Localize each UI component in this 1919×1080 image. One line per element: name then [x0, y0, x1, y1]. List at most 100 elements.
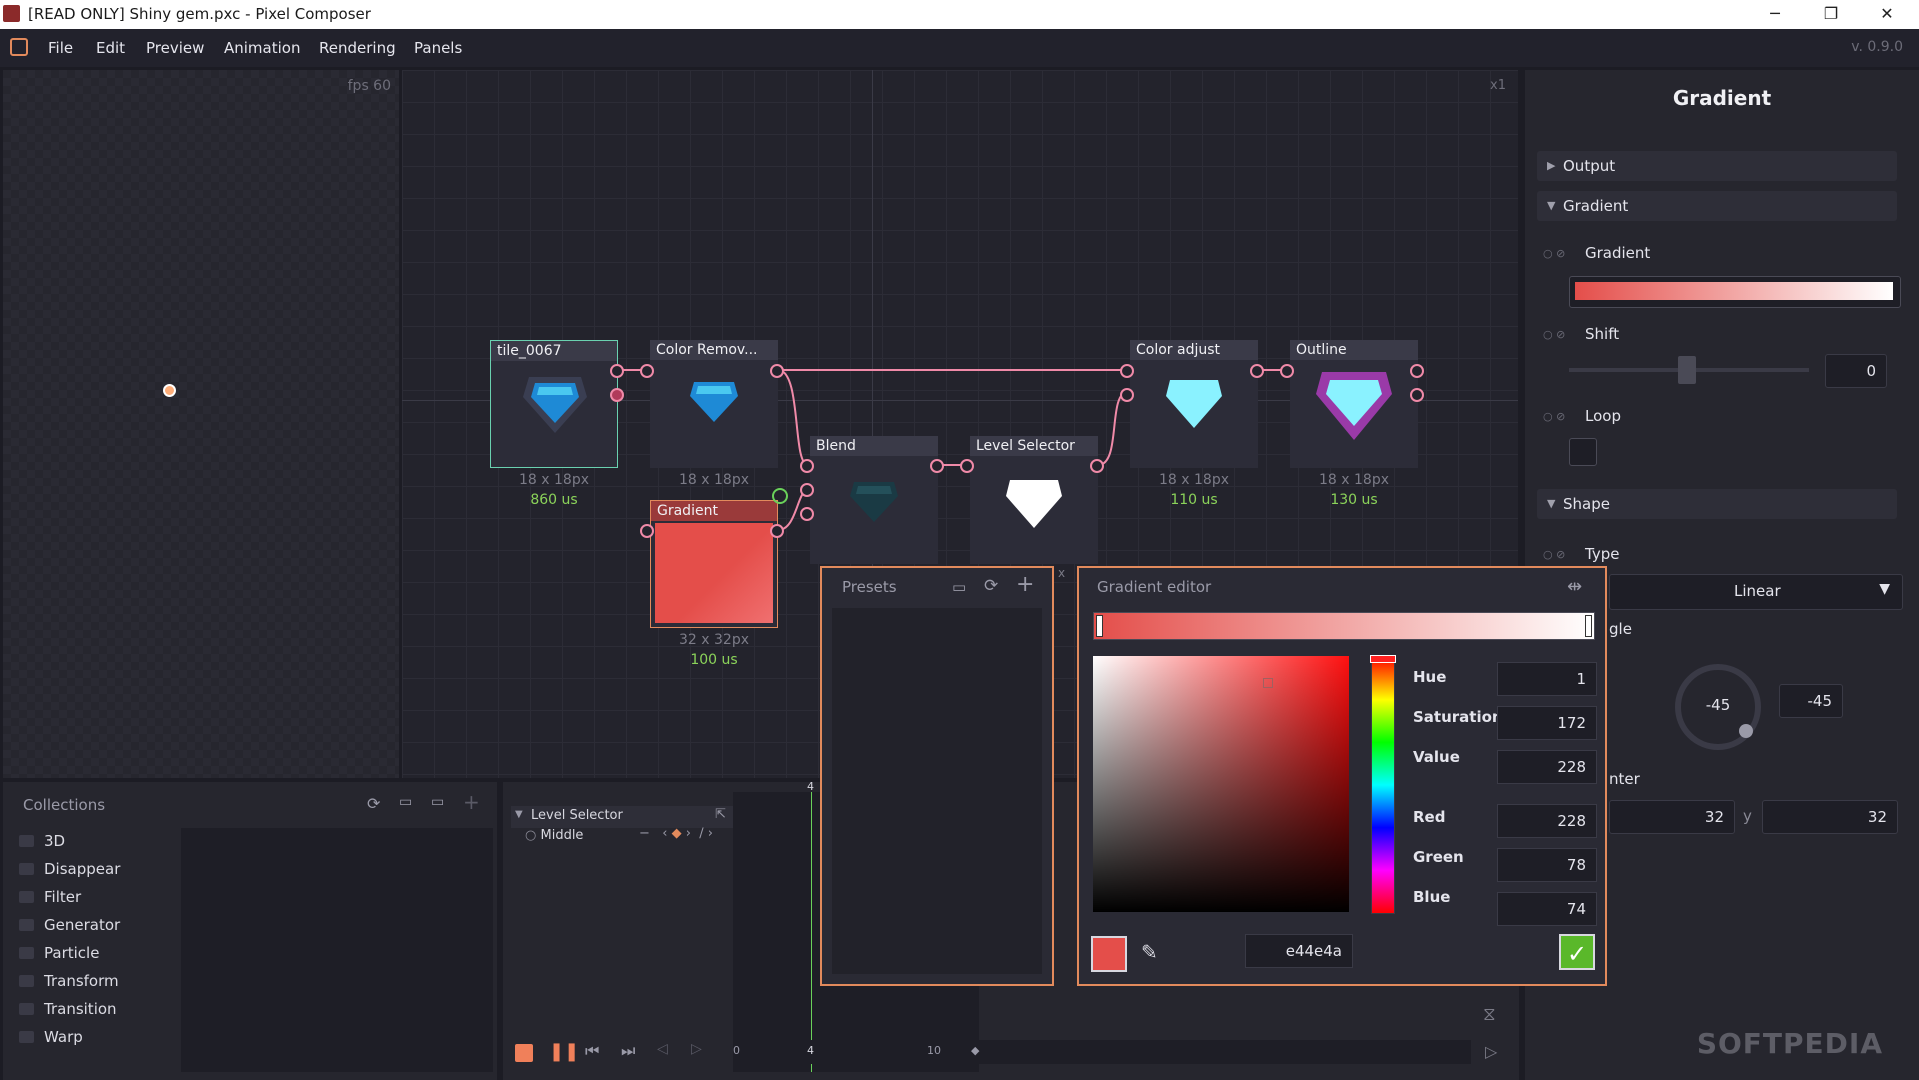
flip-gradient-icon[interactable]: ⇹: [1567, 576, 1582, 597]
keyframe-toggle-icon[interactable]: ○ ⊘: [1543, 548, 1565, 561]
menu-file[interactable]: File: [48, 39, 73, 57]
node-outline[interactable]: Outline: [1290, 340, 1418, 468]
pause-button[interactable]: ❚❚: [549, 1041, 579, 1062]
collection-item[interactable]: Transform: [19, 972, 119, 990]
eyedropper-icon[interactable]: ✎: [1141, 940, 1158, 964]
timeline-play-settings-icon[interactable]: ▷: [1485, 1042, 1497, 1061]
blue-input[interactable]: 74: [1497, 892, 1597, 926]
output-port[interactable]: [770, 524, 784, 538]
output-port[interactable]: [1410, 364, 1424, 378]
preview-toggle-icon[interactable]: [772, 488, 788, 504]
collection-item[interactable]: 3D: [19, 832, 65, 850]
menu-panels[interactable]: Panels: [414, 39, 462, 57]
open-external-icon[interactable]: ⇱: [715, 807, 726, 822]
node-blend[interactable]: Blend: [810, 436, 938, 564]
section-shape[interactable]: ▼ Shape: [1537, 489, 1897, 519]
presets-list[interactable]: [832, 608, 1042, 974]
center-y-input[interactable]: 32: [1762, 800, 1898, 834]
center-x-input[interactable]: 32: [1609, 800, 1735, 834]
confirm-button[interactable]: ✓: [1559, 934, 1595, 970]
folder-icon[interactable]: ▭: [952, 578, 966, 596]
folder-icon[interactable]: ▭: [399, 794, 412, 810]
collection-item[interactable]: Generator: [19, 916, 120, 934]
menu-animation[interactable]: Animation: [224, 39, 300, 57]
input-port[interactable]: [640, 524, 654, 538]
color-picker-cursor[interactable]: [1263, 678, 1273, 688]
keyframe-toggle-icon[interactable]: ○ ⊘: [1543, 247, 1565, 260]
output-port[interactable]: [770, 364, 784, 378]
collection-item[interactable]: Transition: [19, 1000, 117, 1018]
skip-forward-button[interactable]: ⏭: [621, 1041, 635, 1061]
output-port[interactable]: [930, 459, 944, 473]
input-port[interactable]: [640, 364, 654, 378]
close-icon[interactable]: x: [1058, 566, 1065, 580]
keyframe-diamond-icon[interactable]: ◆: [971, 1044, 979, 1057]
timeline-settings-icon[interactable]: ⧖: [1483, 1004, 1496, 1025]
next-frame-button[interactable]: ▷: [691, 1041, 702, 1057]
gradient-bar[interactable]: [1093, 612, 1595, 640]
prev-frame-button[interactable]: ◁: [657, 1041, 668, 1057]
add-icon[interactable]: +: [463, 790, 480, 814]
input-port[interactable]: [800, 483, 814, 497]
input-port[interactable]: [1120, 364, 1134, 378]
type-dropdown[interactable]: Linear ▼: [1609, 574, 1903, 610]
red-input[interactable]: 228: [1497, 804, 1597, 838]
input-port[interactable]: [800, 507, 814, 521]
hex-input[interactable]: e44e4a: [1245, 934, 1353, 968]
output-port[interactable]: [1090, 459, 1104, 473]
node-color-adjust[interactable]: Color adjust: [1130, 340, 1258, 468]
add-icon[interactable]: +: [1016, 572, 1034, 597]
timeline-ruler[interactable]: 0 4 10 ◆: [733, 1040, 1471, 1064]
section-gradient[interactable]: ▼ Gradient: [1537, 191, 1897, 221]
menu-preview[interactable]: Preview: [146, 39, 204, 57]
input-port[interactable]: [1120, 388, 1134, 402]
output-port[interactable]: [610, 364, 624, 378]
angle-input[interactable]: -45: [1779, 684, 1843, 718]
anim-node-row[interactable]: ▼ Level Selector ⇱: [511, 806, 733, 828]
anim-prop-row[interactable]: ○ Middle: [525, 828, 583, 843]
menu-edit[interactable]: Edit: [96, 39, 125, 57]
keyframe-toggle-icon[interactable]: ○ ⊘: [1543, 328, 1565, 341]
preview-cursor-dot[interactable]: [163, 384, 176, 397]
node-gradient[interactable]: Gradient: [650, 500, 778, 628]
minimize-button[interactable]: ─: [1747, 0, 1803, 29]
input-port[interactable]: [960, 459, 974, 473]
playhead[interactable]: [811, 792, 812, 1072]
keyframe-toggle-icon[interactable]: ○ ⊘: [1543, 410, 1565, 423]
output-port[interactable]: [1410, 388, 1424, 402]
preview-panel[interactable]: fps 60: [3, 70, 399, 778]
collection-item[interactable]: Warp: [19, 1028, 83, 1046]
hue-slider[interactable]: [1370, 655, 1396, 914]
input-port[interactable]: [1280, 364, 1294, 378]
angle-dial-knob[interactable]: [1739, 724, 1753, 738]
shift-input[interactable]: 0: [1825, 354, 1887, 388]
collection-item[interactable]: Disappear: [19, 860, 120, 878]
current-color-swatch[interactable]: [1091, 936, 1127, 972]
keyframe-controls[interactable]: − ‹ ◆ › ∕ ›: [639, 826, 713, 841]
output-port[interactable]: [1250, 364, 1264, 378]
skip-back-button[interactable]: ⏮: [585, 1041, 599, 1061]
menu-rendering[interactable]: Rendering: [319, 39, 396, 57]
hue-slider-handle[interactable]: [1370, 655, 1396, 663]
output-port[interactable]: [610, 388, 624, 402]
green-input[interactable]: 78: [1497, 848, 1597, 882]
node-level-selector[interactable]: Level Selector: [970, 436, 1098, 564]
node-color-remove[interactable]: Color Remov...: [650, 340, 778, 468]
stop-button[interactable]: [515, 1044, 533, 1062]
close-button[interactable]: ✕: [1859, 0, 1915, 29]
section-output[interactable]: ▶ Output: [1537, 151, 1897, 181]
collection-content[interactable]: [181, 828, 493, 1072]
gradient-stop-start[interactable]: [1096, 615, 1103, 637]
node-tile[interactable]: tile_0067: [490, 340, 618, 468]
refresh-icon[interactable]: ⟳: [984, 576, 998, 596]
collection-item[interactable]: Filter: [19, 888, 81, 906]
value-input[interactable]: 228: [1497, 750, 1597, 784]
angle-dial[interactable]: -45: [1675, 664, 1761, 750]
hue-input[interactable]: 1: [1497, 662, 1597, 696]
collection-item[interactable]: Particle: [19, 944, 99, 962]
gradient-stop-end[interactable]: [1585, 615, 1592, 637]
loop-checkbox[interactable]: [1569, 438, 1597, 466]
maximize-button[interactable]: ❐: [1803, 0, 1859, 29]
new-folder-icon[interactable]: ▭: [431, 794, 444, 810]
saturation-input[interactable]: 172: [1497, 706, 1597, 740]
